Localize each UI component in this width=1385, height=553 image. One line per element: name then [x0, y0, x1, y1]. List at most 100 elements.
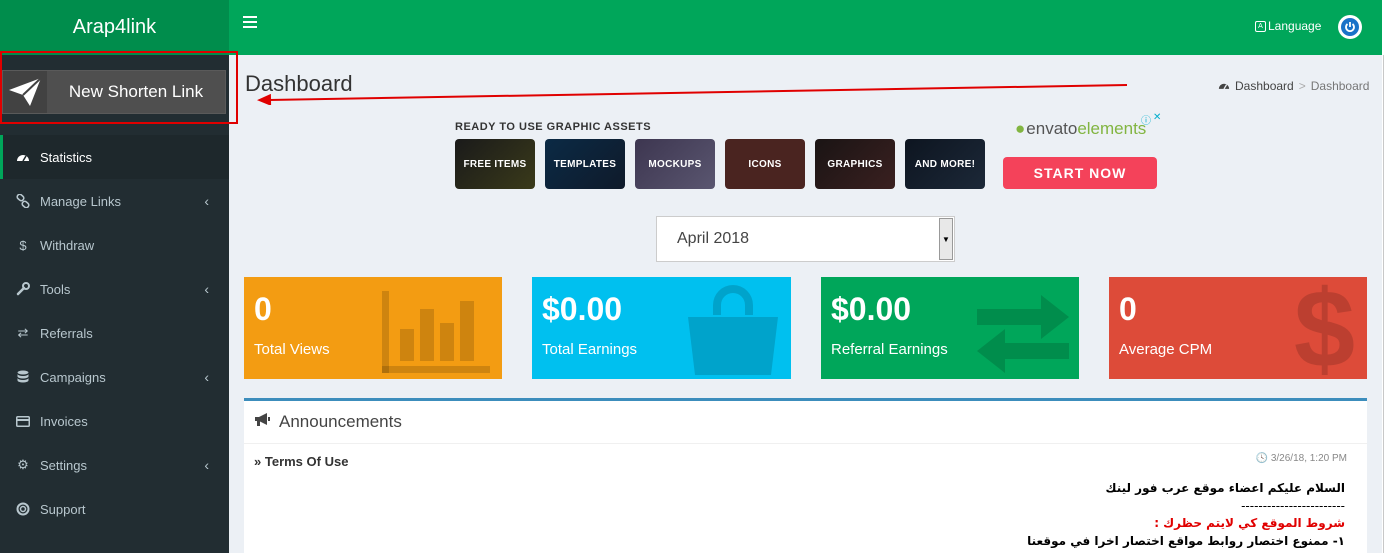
app-title: Arap4link: [72, 16, 157, 38]
database-icon: [16, 370, 30, 384]
announcement-line: السلام عليكم اعضاء موقع عرب فور لينك: [1105, 481, 1345, 495]
sidebar-item-invoices[interactable]: Invoices: [0, 399, 229, 443]
dashboard-icon: [16, 152, 30, 162]
ad-tile-icons[interactable]: ICONS: [725, 139, 805, 189]
dollar-icon: $: [19, 237, 27, 253]
power-icon: [1341, 18, 1359, 36]
sidebar-item-label: Campaigns: [40, 369, 106, 385]
stat-value: 0: [1119, 291, 1137, 327]
bar-chart-icon: [382, 291, 490, 373]
stat-label: Total Views: [254, 341, 330, 358]
bullhorn-icon: [254, 412, 271, 432]
breadcrumb-separator: >: [1298, 79, 1306, 93]
announcement-item-title: Terms Of Use: [264, 454, 349, 469]
scrollbar-edge: [1383, 55, 1384, 553]
chevron-left-icon: ‹: [204, 281, 209, 297]
sidebar-item-tools[interactable]: Tools ‹: [0, 267, 229, 311]
ad-choices[interactable]: ⓘ ✕: [1141, 112, 1161, 127]
announcement-line: ------------------------: [1241, 499, 1345, 513]
announcement-line: ١- ممنوع اختصار روابط مواقع اختصار اخرا …: [1027, 534, 1345, 548]
sidebar-item-withdraw[interactable]: $ Withdraw: [0, 223, 229, 267]
breadcrumb-link[interactable]: Dashboard: [1235, 79, 1294, 93]
stat-value: $0.00: [831, 291, 912, 327]
page-title: Dashboard: [245, 71, 353, 96]
ad-tile-graphics[interactable]: GRAPHICS: [815, 139, 895, 189]
sidebar-item-settings[interactable]: ⚙ Settings ‹: [0, 443, 229, 487]
life-ring-icon: [16, 502, 30, 516]
annotation-highlight-box: [0, 51, 238, 124]
ad-tile-mockups[interactable]: MOCKUPS: [635, 139, 715, 189]
chevron-left-icon: ‹: [204, 457, 209, 473]
sidebar-item-label: Invoices: [40, 413, 88, 429]
month-select[interactable]: April 2018 ▼: [656, 216, 955, 262]
stat-referral-earnings: $0.00 Referral Earnings: [821, 277, 1079, 379]
ad-tile-label: ICONS: [748, 158, 782, 170]
exchange-icon: ⇄: [17, 325, 29, 340]
ad-tile-label: MOCKUPS: [648, 158, 702, 170]
credit-card-icon: [16, 415, 30, 427]
sidebar-item-label: Support: [40, 501, 86, 517]
sidebar-item-support[interactable]: Support: [0, 487, 229, 531]
announcements-panel: Announcements » Terms Of Use 🕓 3/26/18, …: [244, 398, 1367, 553]
announcement-date-text: 3/26/18, 1:20 PM: [1270, 453, 1347, 464]
ad-tile-templates[interactable]: TEMPLATES: [545, 139, 625, 189]
announcements-header: Announcements: [244, 401, 1367, 444]
ad-tile-label: AND MORE!: [914, 158, 976, 170]
menu-toggle-icon[interactable]: [243, 16, 257, 30]
chevron-left-icon: ‹: [204, 193, 209, 209]
wrench-icon: [16, 282, 30, 296]
sidebar-item-label: Manage Links: [40, 193, 121, 209]
double-chevron-icon: »: [254, 454, 262, 469]
stat-value: $0.00: [542, 291, 623, 327]
sidebar-item-label: Withdraw: [40, 237, 95, 253]
envato-brand-b: elements: [1077, 119, 1147, 138]
announcement-item-link[interactable]: » Terms Of Use: [254, 454, 348, 469]
breadcrumb-current: Dashboard: [1310, 79, 1370, 93]
app-logo[interactable]: Arap4link: [0, 0, 229, 55]
ad-tile-and-more[interactable]: AND MORE!: [905, 139, 985, 189]
stat-average-cpm: 0 Average CPM $: [1109, 277, 1367, 379]
sidebar-menu: Statistics Manage Links ‹ $ Withdraw Too…: [0, 135, 229, 531]
gears-icon: ⚙: [17, 457, 29, 472]
announcements-title: Announcements: [279, 412, 402, 431]
sidebar-item-statistics[interactable]: Statistics: [0, 135, 229, 179]
sidebar-item-label: Settings: [40, 457, 87, 473]
clock-icon: 🕓: [1255, 453, 1269, 464]
ad-tile-label: FREE ITEMS: [463, 158, 527, 170]
envato-brand-a: envato: [1026, 119, 1078, 138]
envato-logo[interactable]: ● envato elements: [1015, 119, 1146, 139]
sidebar-item-manage-links[interactable]: Manage Links ‹: [0, 179, 229, 223]
sidebar-item-label: Referrals: [40, 325, 93, 341]
chevron-left-icon: ‹: [204, 369, 209, 385]
stat-total-views: 0 Total Views: [244, 277, 502, 379]
dollar-icon: $: [1293, 277, 1355, 379]
stat-label: Total Earnings: [542, 341, 638, 358]
logout-button[interactable]: [1338, 15, 1362, 39]
ad-tile-free-items[interactable]: FREE ITEMS: [455, 139, 535, 189]
month-select-value: April 2018: [677, 230, 750, 247]
exchange-arrows-icon: [977, 295, 1069, 373]
leaf-icon: ●: [1015, 119, 1026, 138]
annotation-arrow: [257, 84, 1128, 105]
sidebar-item-label: Tools: [40, 281, 71, 297]
link-icon: [16, 194, 30, 208]
language-icon: A: [1255, 20, 1266, 32]
info-icon: ⓘ: [1141, 116, 1151, 127]
ad-headline: READY TO USE GRAPHIC ASSETS: [455, 121, 652, 133]
stat-value: 0: [254, 291, 272, 327]
stat-label: Average CPM: [1119, 341, 1213, 358]
dropdown-arrow-icon: ▼: [939, 218, 953, 260]
breadcrumb: Dashboard > Dashboard: [1218, 79, 1369, 93]
sidebar-item-referrals[interactable]: ⇄ Referrals: [0, 311, 229, 355]
announcement-date: 🕓 3/26/18, 1:20 PM: [1256, 453, 1347, 464]
dashboard-icon: [1218, 79, 1230, 93]
top-navbar: A Language: [229, 0, 1385, 55]
stat-label: Referral Earnings: [831, 341, 948, 358]
sidebar-item-campaigns[interactable]: Campaigns ‹: [0, 355, 229, 399]
shopping-bag-icon: [688, 285, 778, 375]
start-now-button[interactable]: START NOW: [1003, 157, 1157, 189]
language-label: Language: [1268, 19, 1322, 33]
language-menu[interactable]: A Language: [1255, 19, 1321, 33]
ad-tile-label: TEMPLATES: [553, 158, 617, 170]
close-icon: ✕: [1153, 112, 1162, 123]
